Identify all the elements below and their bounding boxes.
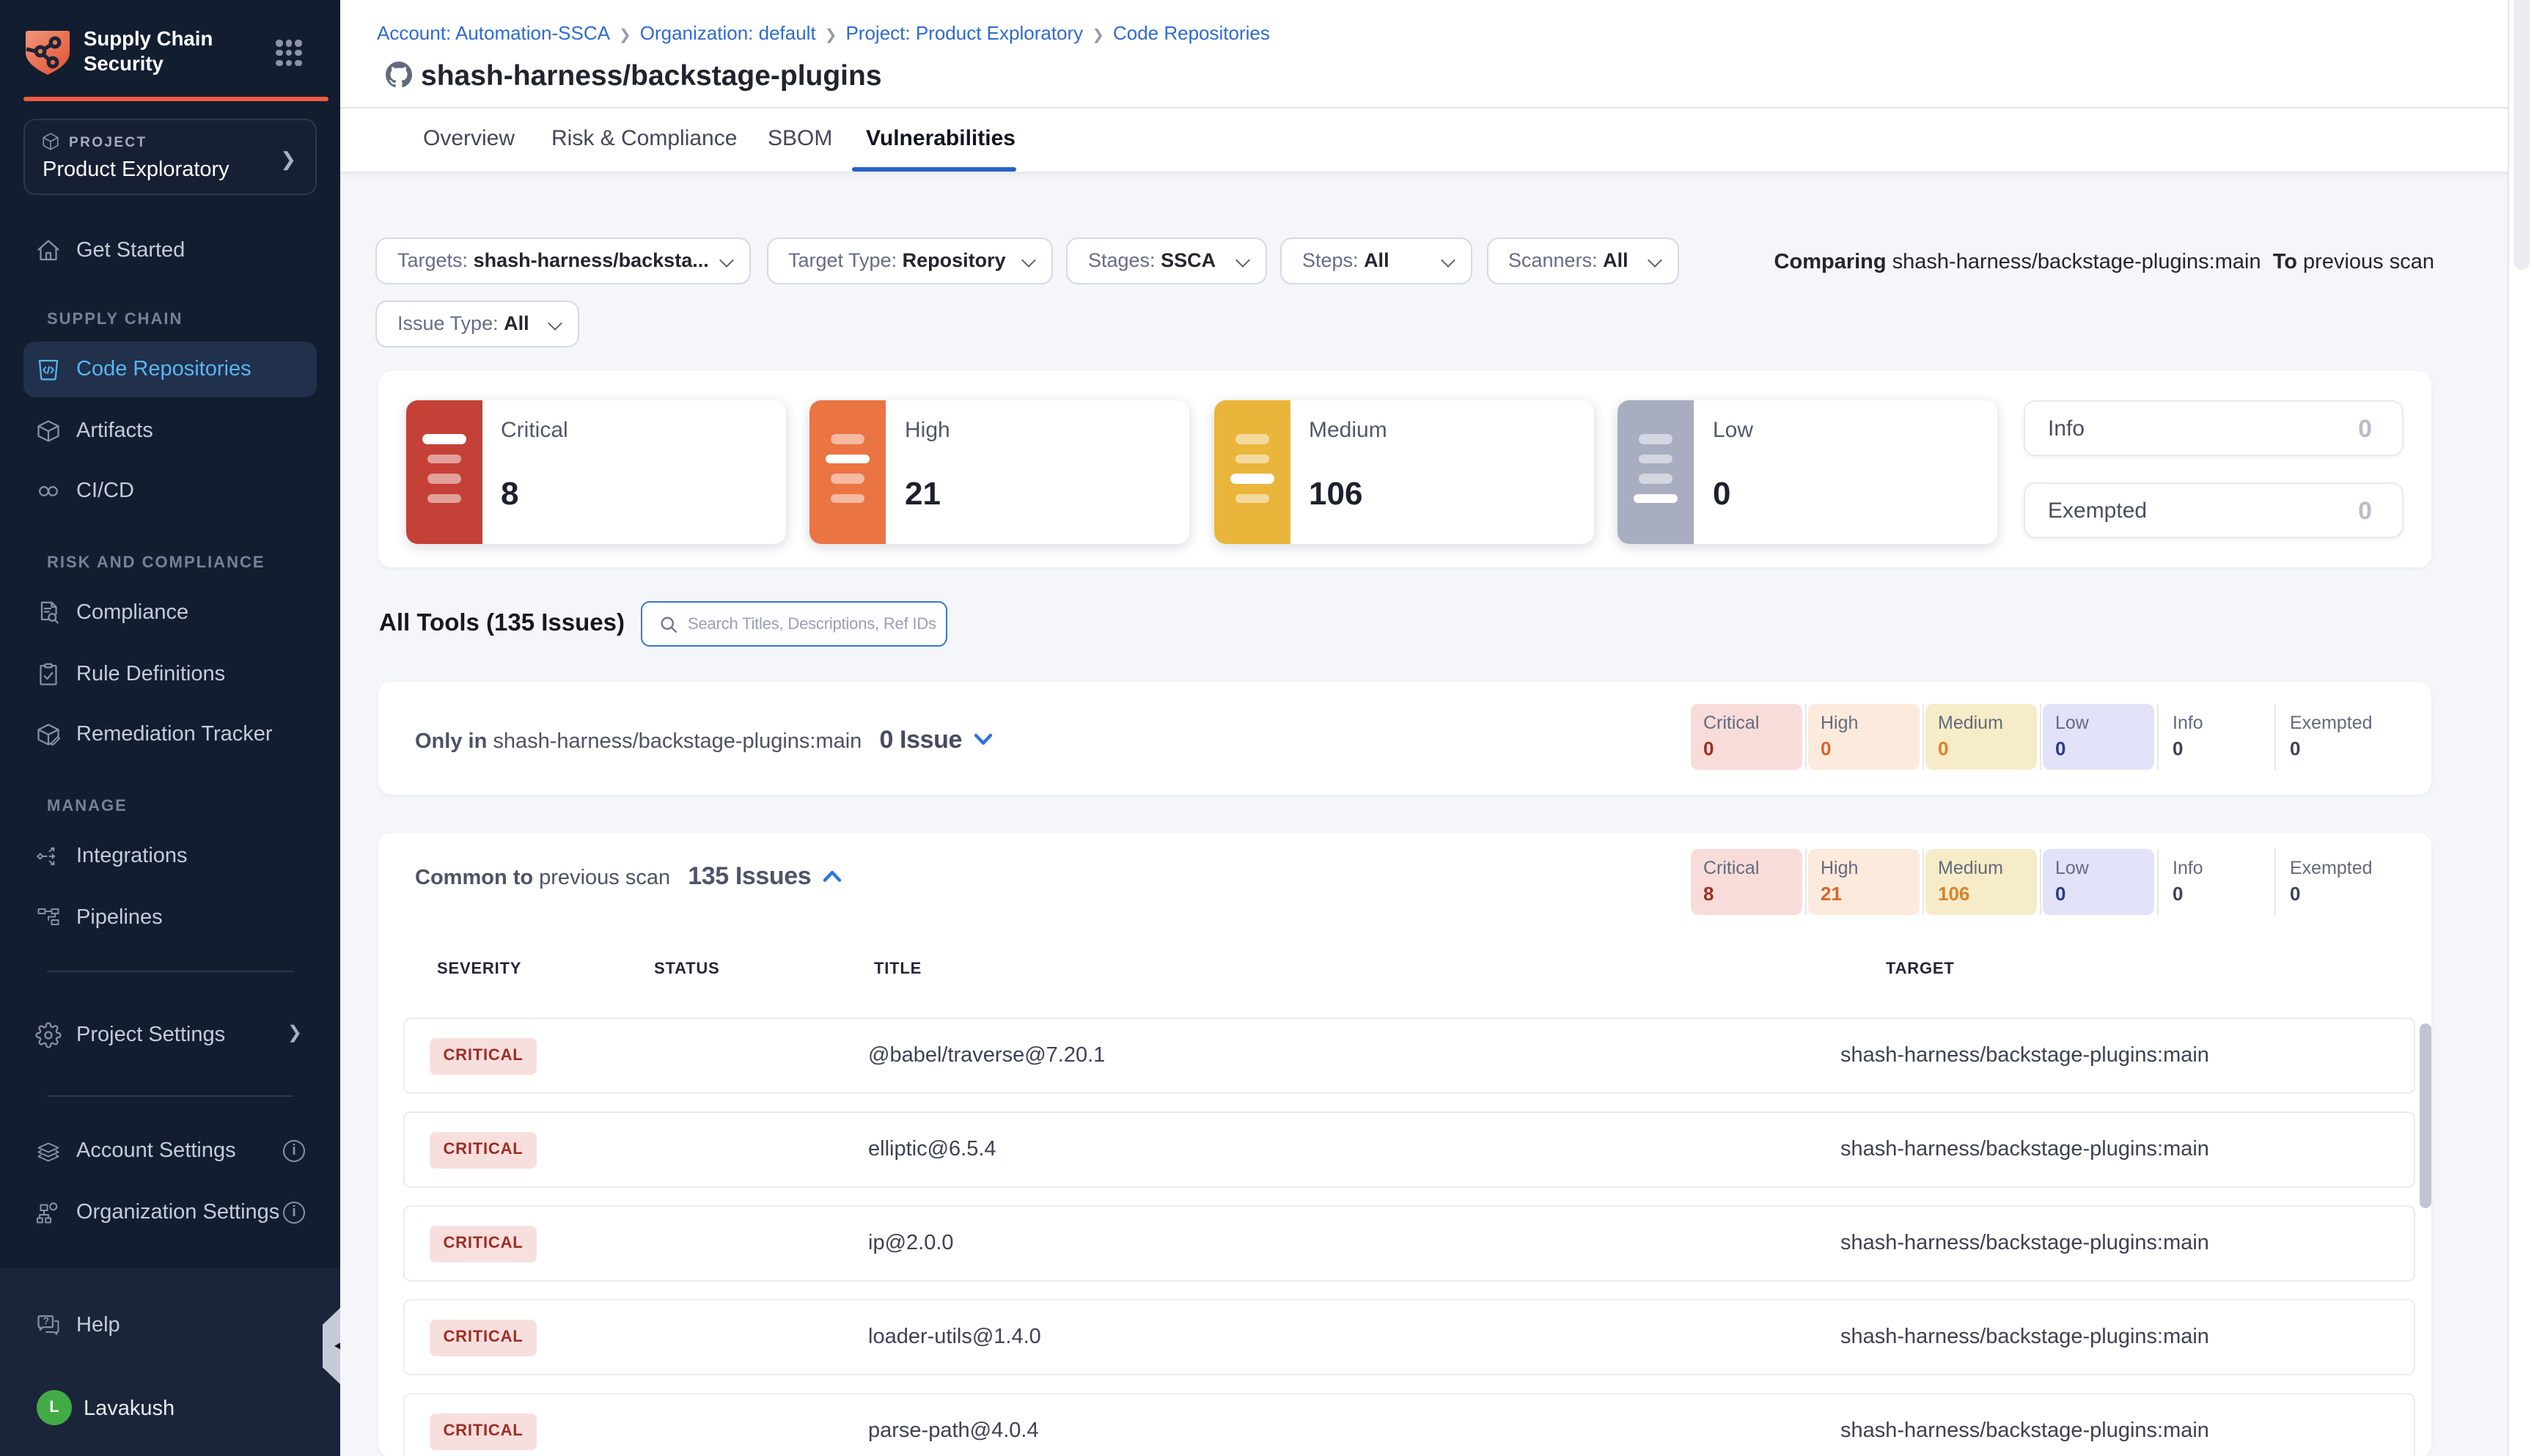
svg-text:?: ? xyxy=(43,1316,49,1327)
